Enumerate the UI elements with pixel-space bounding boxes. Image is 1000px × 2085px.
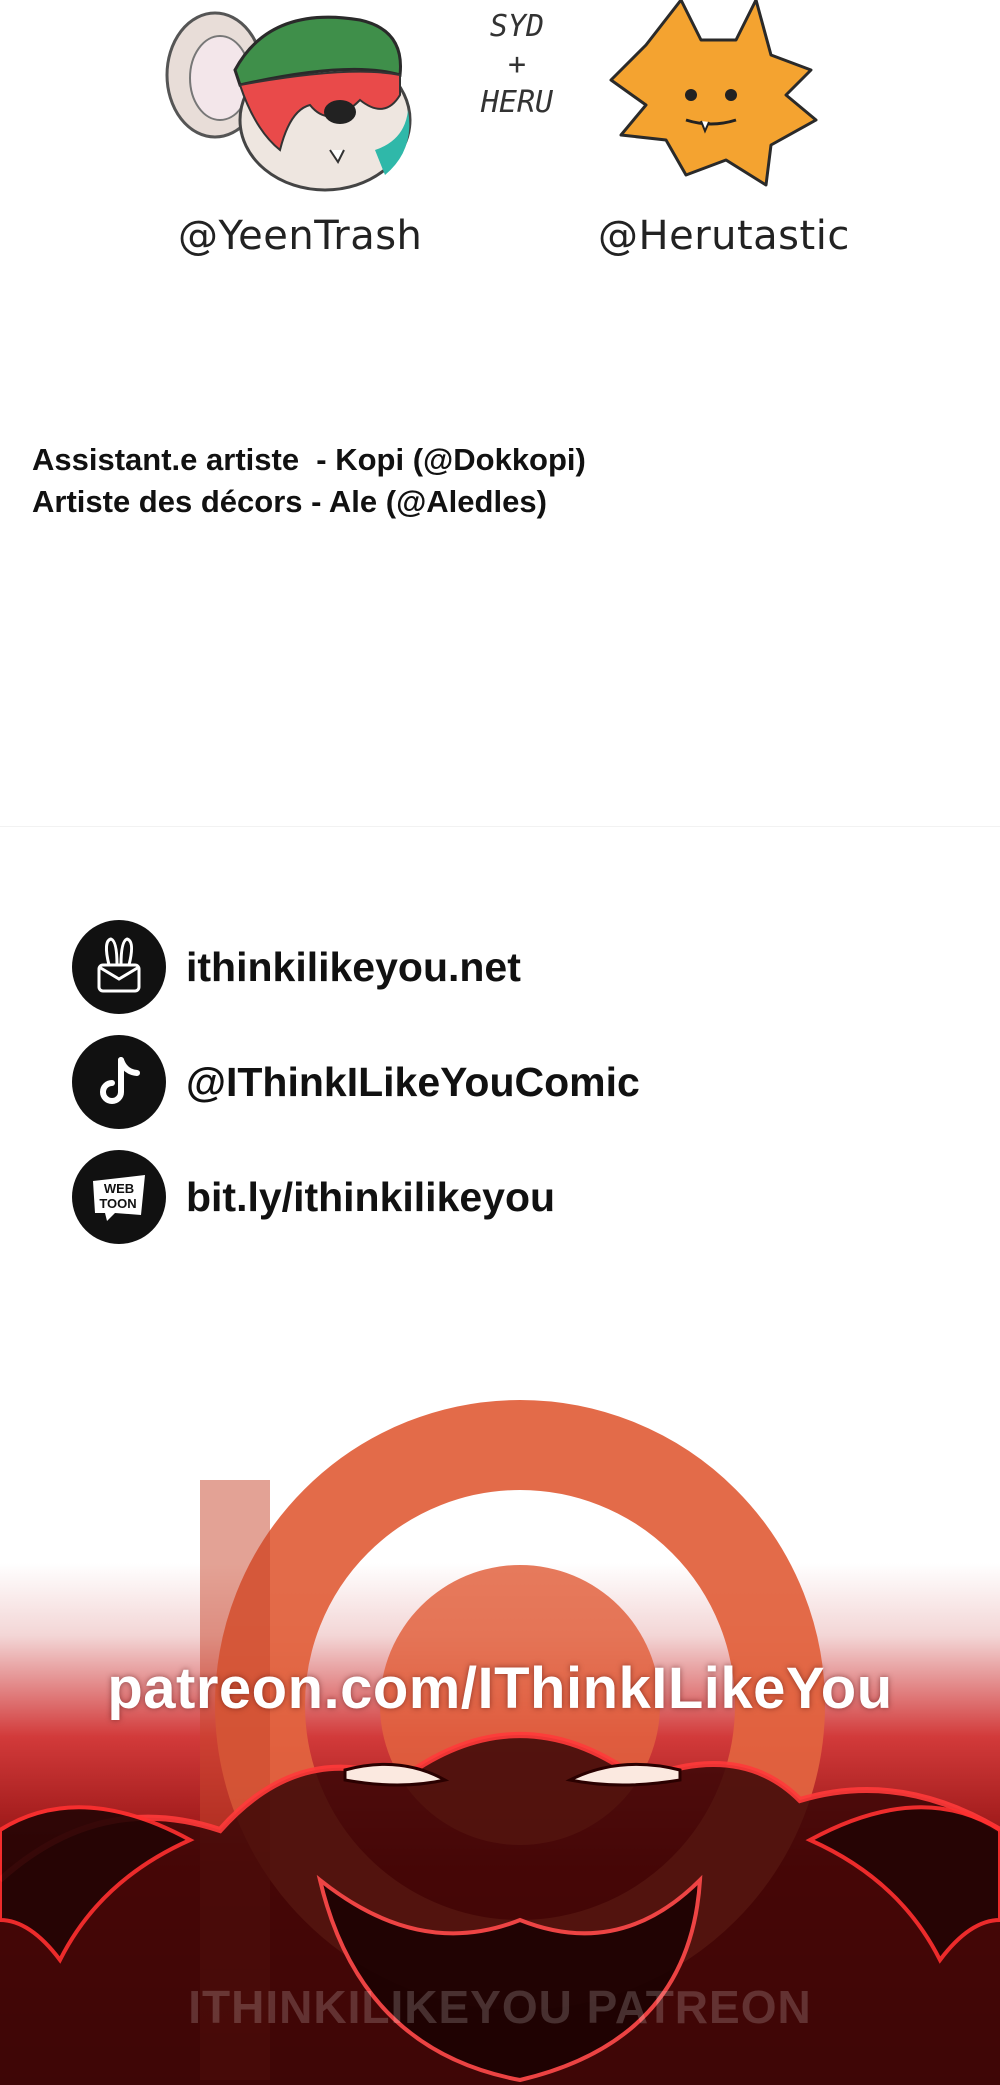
- panel-divider: [0, 826, 1000, 827]
- background-artist-credit: Artiste des décors - Ale (@Aledles): [32, 484, 547, 519]
- assistant-artist-credit: Assistant.e artiste - Kopi (@Dokkopi): [32, 442, 586, 477]
- herutastic-handle: @Herutastic: [598, 213, 850, 259]
- svg-text:TOON: TOON: [99, 1196, 136, 1211]
- signature-line-2: +: [507, 47, 527, 82]
- patreon-watermark: ITHINKILIKEYOU PATREON: [188, 1981, 812, 2033]
- website-link[interactable]: ithinkilikeyou.net: [72, 920, 521, 1014]
- svg-text:WEB: WEB: [104, 1181, 134, 1196]
- patreon-banner[interactable]: patreon.com/IThinkILikeYou ITHINKILIKEYO…: [0, 1360, 1000, 2085]
- signature-line-1: SYD: [489, 9, 545, 44]
- bunny-logo-icon: [72, 920, 166, 1014]
- yeentrash-avatar: [160, 0, 420, 200]
- patreon-url[interactable]: patreon.com/IThinkILikeYou: [0, 1655, 1000, 1722]
- tiktok-link[interactable]: @IThinkILikeYouComic: [72, 1035, 640, 1129]
- tiktok-link-text[interactable]: @IThinkILikeYouComic: [186, 1059, 640, 1106]
- signature-line-3: HERU: [480, 85, 554, 120]
- tiktok-icon: [72, 1035, 166, 1129]
- webtoon-icon: WEB TOON: [72, 1150, 166, 1244]
- webtoon-link-text[interactable]: bit.ly/ithinkilikeyou: [186, 1174, 555, 1221]
- herutastic-avatar: [606, 0, 826, 190]
- website-link-text[interactable]: ithinkilikeyou.net: [186, 944, 521, 991]
- artist-signature: SYD + HERU: [462, 8, 572, 148]
- yeentrash-handle: @YeenTrash: [178, 213, 423, 259]
- webtoon-link[interactable]: WEB TOON bit.ly/ithinkilikeyou: [72, 1150, 555, 1244]
